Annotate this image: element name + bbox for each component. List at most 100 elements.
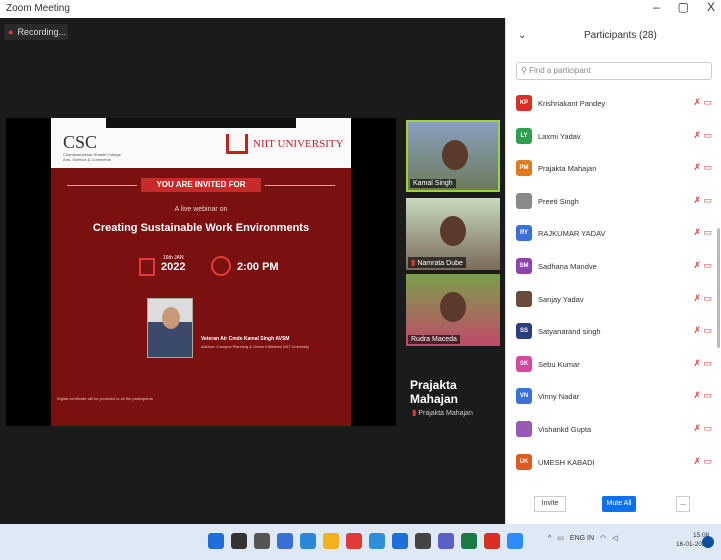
explorer-icon[interactable] <box>323 533 339 549</box>
participant-name: Krishnakant Pandey <box>538 99 606 108</box>
wifi-icon[interactable]: ◠ <box>600 534 606 542</box>
muted-mic-icon[interactable]: ✗ ▭ <box>693 456 712 467</box>
close-button[interactable]: X <box>707 0 715 14</box>
participants-panel: ⌄ Participants (28) ⚲ Find a participant… <box>505 18 721 524</box>
participant-name: Vinny Nadar <box>538 392 580 402</box>
niit-logo-icon <box>226 134 248 154</box>
chevron-down-icon[interactable]: ⌄ <box>518 30 526 41</box>
notification-icon[interactable] <box>702 536 714 548</box>
edge-icon[interactable] <box>369 533 385 549</box>
participant-name: UMESH KABADI <box>538 457 595 467</box>
video-thumbnail[interactable]: ▮ Namrata Dube <box>406 198 500 270</box>
start-icon[interactable] <box>208 533 224 549</box>
store-icon[interactable] <box>300 533 316 549</box>
live-webinar-text: A live webinar on <box>174 206 228 213</box>
muted-mic-icon[interactable]: ✗ ▭ <box>693 130 712 141</box>
clock-icon <box>211 256 231 276</box>
speaker-icon[interactable]: ◁ <box>612 534 617 542</box>
participant-row[interactable]: UK UMESH KABADI ✗ ▭ <box>506 449 721 482</box>
muted-mic-icon[interactable]: ✗ ▭ <box>693 97 712 108</box>
niit-name: NIIT UNIVERSITY <box>253 138 344 150</box>
network-icon[interactable]: ▭ <box>557 534 564 542</box>
taskview-icon[interactable] <box>254 533 270 549</box>
participant-name: RAJKUMAR YADAV <box>538 229 606 239</box>
slide-top-band <box>106 118 296 128</box>
participant-row[interactable]: KP Krishnakant Pandey ✗ ▭ <box>506 90 721 123</box>
participant-row[interactable]: Vishankd Gupta ✗ ▭ <box>506 416 721 449</box>
sigma-icon[interactable] <box>415 533 431 549</box>
mail-icon[interactable] <box>392 533 408 549</box>
certificate-note: Digital certificate will be provided to … <box>57 396 153 401</box>
title-bar: Zoom Meeting – ▢ X <box>0 0 721 18</box>
files-icon[interactable] <box>277 533 293 549</box>
maximize-button[interactable]: ▢ <box>678 0 689 14</box>
calendar-icon <box>139 258 155 276</box>
participant-row[interactable]: SK Sebu Kumar ✗ ▭ <box>506 351 721 384</box>
chevron-up-icon[interactable]: ^ <box>548 535 551 542</box>
g-icon[interactable] <box>484 533 500 549</box>
speaker-face <box>162 307 180 329</box>
invited-banner: YOU ARE INVITED FOR <box>141 178 261 192</box>
participant-row[interactable]: VN Vinny Nadar ✗ ▭ <box>506 383 721 416</box>
invite-button[interactable]: Invite <box>534 496 566 512</box>
participant-row[interactable]: Preeti Singh ✗ ▭ <box>506 188 721 221</box>
participant-row[interactable]: PM Prajakta Mahajan ✗ ▭ <box>506 155 721 188</box>
zoom-icon[interactable] <box>507 533 523 549</box>
csc-logo: CSC <box>63 132 98 152</box>
muted-mic-icon[interactable]: ✗ ▭ <box>693 293 712 304</box>
participant-row[interactable]: RY RAJKUMAR YADAV ✗ ▭ <box>506 220 721 253</box>
avatar <box>516 192 532 209</box>
muted-mic-icon[interactable]: ✗ ▭ <box>693 390 712 401</box>
participant-row[interactable]: Sanjay Yadav ✗ ▭ <box>506 286 721 319</box>
thumbnail-name: ▮ Namrata Dube <box>408 257 466 268</box>
muted-mic-icon[interactable]: ✗ ▭ <box>693 358 712 369</box>
teams-icon[interactable] <box>438 533 454 549</box>
muted-mic-icon[interactable]: ✗ ▭ <box>693 227 712 238</box>
muted-mic-icon[interactable]: ✗ ▭ <box>693 162 712 173</box>
search-icon: ⚲ <box>521 66 527 75</box>
divider <box>67 185 137 186</box>
minimize-button[interactable]: – <box>653 0 660 14</box>
avatar: SK <box>516 355 532 372</box>
participant-row[interactable]: SM Sadhana Mandve ✗ ▭ <box>506 253 721 286</box>
search-icon[interactable] <box>231 533 247 549</box>
muted-mic-icon[interactable]: ✗ ▭ <box>693 195 712 206</box>
more-button[interactable]: ... <box>676 496 690 512</box>
excel-icon[interactable] <box>461 533 477 549</box>
video-thumbnail[interactable]: Rudra Maceda <box>406 274 500 346</box>
avatar: PM <box>516 160 532 177</box>
panel-footer: Invite Mute All ... <box>506 488 721 524</box>
webinar-year: 2022 <box>161 261 186 273</box>
participant-row[interactable]: SS Satyanarand singh ✗ ▭ <box>506 318 721 351</box>
shared-screen: CSC Chandrashekhar Shastri College Arts,… <box>6 118 396 426</box>
mute-all-button[interactable]: Mute All <box>602 496 636 512</box>
participant-name: Sadhana Mandve <box>538 261 597 271</box>
avatar: LY <box>516 127 532 144</box>
avatar: SS <box>516 323 532 340</box>
participant-row[interactable]: LY Laxmi Yadav ✗ ▭ <box>506 123 721 156</box>
participant-name: Satyanarand singh <box>538 327 601 337</box>
video-thumbnail[interactable]: Kamal Singh <box>406 120 500 192</box>
system-tray: ^ ▭ ENG IN ◠ ◁ <box>548 534 618 543</box>
recording-icon: ● <box>8 27 14 37</box>
recording-indicator[interactable]: ● Recording... <box>4 24 68 40</box>
participant-video <box>442 140 468 170</box>
meeting-view: ● Recording... CSC Chandrashekhar Shastr… <box>0 18 505 524</box>
panel-header: ⌄ Participants (28) <box>506 18 721 54</box>
participant-name: Laxmi Yadav <box>538 131 581 141</box>
participant-search-input[interactable]: ⚲ Find a participant <box>516 62 712 80</box>
taskbar-apps <box>208 533 523 549</box>
webinar-slide: CSC Chandrashekhar Shastri College Arts,… <box>51 118 351 426</box>
participant-list: KP Krishnakant Pandey ✗ ▭ LY Laxmi Yadav ✗ ▭ P… <box>506 90 721 481</box>
participant-name: Prajakta Mahajan <box>538 164 597 174</box>
participant-name: Vishankd Gupta <box>538 424 592 434</box>
chrome-icon[interactable] <box>346 533 362 549</box>
muted-mic-icon[interactable]: ✗ ▭ <box>693 325 712 336</box>
scrollbar[interactable] <box>717 228 720 348</box>
muted-mic-icon[interactable]: ✗ ▭ <box>693 423 712 434</box>
active-speaker-label: ▮ Prajakta Mahajan <box>412 408 473 417</box>
avatar: KP <box>516 95 532 111</box>
muted-mic-icon[interactable]: ✗ ▭ <box>693 260 712 271</box>
muted-mic-icon: ▮ <box>411 258 416 267</box>
language-indicator[interactable]: ENG IN <box>570 535 594 542</box>
